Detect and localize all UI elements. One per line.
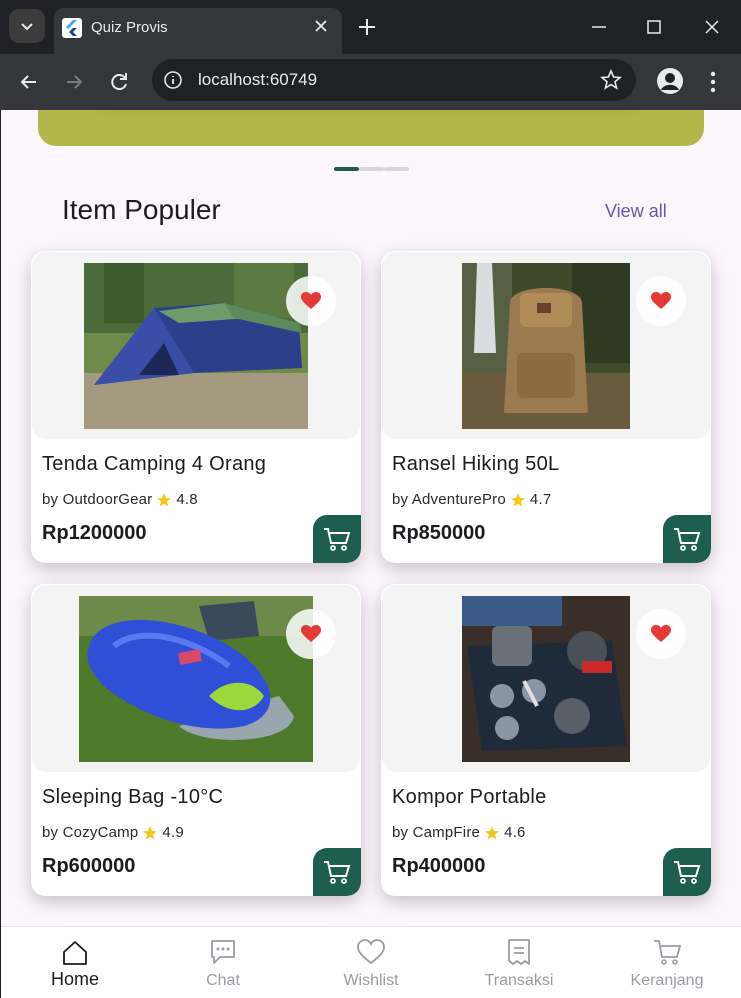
- profile-avatar-icon[interactable]: [656, 67, 684, 95]
- cart-icon: [324, 528, 351, 551]
- product-card[interactable]: Ransel Hiking 50L by AdventurePro 4.7 Rp…: [381, 251, 711, 563]
- browser-toolbar: localhost:60749: [0, 54, 741, 110]
- product-price: Rp600000: [42, 855, 136, 877]
- bookmark-star-icon[interactable]: [600, 69, 622, 91]
- heart-icon: [651, 625, 671, 642]
- product-seller: by AdventurePro: [392, 491, 506, 508]
- product-name: Kompor Portable: [392, 786, 547, 808]
- cart-icon: [674, 528, 701, 551]
- wishlist-button[interactable]: [636, 276, 686, 326]
- product-card[interactable]: Kompor Portable by CampFire 4.6 Rp400000: [381, 584, 711, 896]
- product-meta: by CampFire 4.6: [392, 824, 526, 841]
- nav-label: Chat: [206, 972, 240, 989]
- window-close-icon[interactable]: [699, 14, 725, 40]
- nav-label: Wishlist: [343, 972, 399, 989]
- browser-tab[interactable]: Quiz Provis: [54, 8, 342, 54]
- nav-label: Transaksi: [484, 972, 554, 989]
- tab-title: Quiz Provis: [91, 19, 168, 36]
- product-meta: by AdventurePro 4.7: [392, 491, 551, 508]
- product-rating: 4.6: [504, 824, 526, 841]
- reload-icon[interactable]: [105, 68, 133, 96]
- app-page: Item Populer View all Tenda Camping 4 Or…: [1, 110, 741, 998]
- product-rating: 4.9: [162, 824, 184, 841]
- wishlist-button[interactable]: [286, 609, 336, 659]
- view-all-link[interactable]: View all: [605, 201, 667, 222]
- chat-icon: [211, 940, 235, 964]
- product-name: Sleeping Bag -10°C: [42, 786, 224, 808]
- sleeping-bag-photo: [79, 596, 313, 762]
- flutter-icon: [62, 18, 82, 38]
- address-bar[interactable]: localhost:60749: [152, 59, 636, 101]
- star-icon: [510, 492, 525, 506]
- tab-search-button[interactable]: [9, 9, 45, 43]
- browser-tab-strip: Quiz Provis: [0, 0, 741, 54]
- cart-icon: [324, 861, 351, 884]
- product-seller: by CampFire: [392, 824, 481, 841]
- carousel-dot[interactable]: [384, 167, 409, 171]
- product-meta: by OutdoorGear 4.8: [42, 491, 198, 508]
- carousel-dot[interactable]: [359, 167, 384, 171]
- nav-item-wishlist[interactable]: Wishlist: [297, 927, 445, 998]
- tent-photo: [84, 263, 308, 429]
- star-icon: [485, 825, 500, 839]
- wishlist-button[interactable]: [286, 276, 336, 326]
- heart-icon: [301, 625, 321, 642]
- minimize-icon[interactable]: [586, 14, 612, 40]
- add-to-cart-button[interactable]: [313, 848, 361, 896]
- product-rating: 4.8: [176, 491, 198, 508]
- product-meta: by CozyCamp 4.9: [42, 824, 184, 841]
- site-info-icon[interactable]: [162, 69, 184, 91]
- bottom-navigation: Home Chat Wishlist Transaksi Keranjang: [1, 926, 741, 998]
- cart-icon: [654, 940, 682, 965]
- new-tab-plus-icon[interactable]: [356, 16, 378, 38]
- receipt-icon: [508, 939, 530, 965]
- star-icon: [157, 492, 172, 506]
- star-icon: [143, 825, 158, 839]
- wishlist-button[interactable]: [636, 609, 686, 659]
- promo-banner[interactable]: [38, 110, 704, 146]
- product-card[interactable]: Sleeping Bag -10°C by CozyCamp 4.9 Rp600…: [31, 584, 361, 896]
- heart-icon: [301, 292, 321, 309]
- product-card[interactable]: Tenda Camping 4 Orang by OutdoorGear 4.8…: [31, 251, 361, 563]
- back-arrow-icon[interactable]: [15, 68, 43, 96]
- add-to-cart-button[interactable]: [663, 848, 711, 896]
- maximize-icon[interactable]: [641, 14, 667, 40]
- add-to-cart-button[interactable]: [313, 515, 361, 563]
- heart-icon: [357, 939, 385, 965]
- product-name: Tenda Camping 4 Orang: [42, 453, 267, 475]
- section-title: Item Populer: [62, 194, 221, 225]
- nav-item-transaksi[interactable]: Transaksi: [445, 927, 593, 998]
- heart-icon: [651, 292, 671, 309]
- product-image-area: [32, 252, 360, 439]
- more-vertical-icon[interactable]: [702, 68, 724, 96]
- product-price: Rp400000: [392, 855, 486, 877]
- product-price: Rp850000: [392, 522, 486, 544]
- nav-item-keranjang[interactable]: Keranjang: [593, 927, 741, 998]
- add-to-cart-button[interactable]: [663, 515, 711, 563]
- nav-item-chat[interactable]: Chat: [149, 927, 297, 998]
- carousel-dot[interactable]: [334, 167, 359, 171]
- product-name: Ransel Hiking 50L: [392, 453, 560, 475]
- nav-label: Home: [50, 969, 99, 989]
- carousel-indicator: [334, 167, 409, 171]
- product-price: Rp1200000: [42, 522, 147, 544]
- product-image-area: [382, 585, 710, 772]
- product-seller: by OutdoorGear: [42, 491, 153, 508]
- home-icon: [63, 941, 87, 965]
- chevron-down-icon: [21, 23, 33, 31]
- close-icon[interactable]: [312, 17, 330, 35]
- forward-arrow-icon[interactable]: [60, 68, 88, 96]
- cart-icon: [674, 861, 701, 884]
- product-rating: 4.7: [529, 491, 552, 508]
- product-image-area: [382, 252, 710, 439]
- product-seller: by CozyCamp: [42, 824, 139, 841]
- url-text: localhost:60749: [198, 70, 318, 89]
- nav-label: Keranjang: [630, 972, 704, 989]
- backpack-photo: [462, 263, 630, 429]
- nav-item-home[interactable]: Home: [1, 927, 149, 998]
- product-image-area: [32, 585, 360, 772]
- cooking-set-photo: [462, 596, 630, 762]
